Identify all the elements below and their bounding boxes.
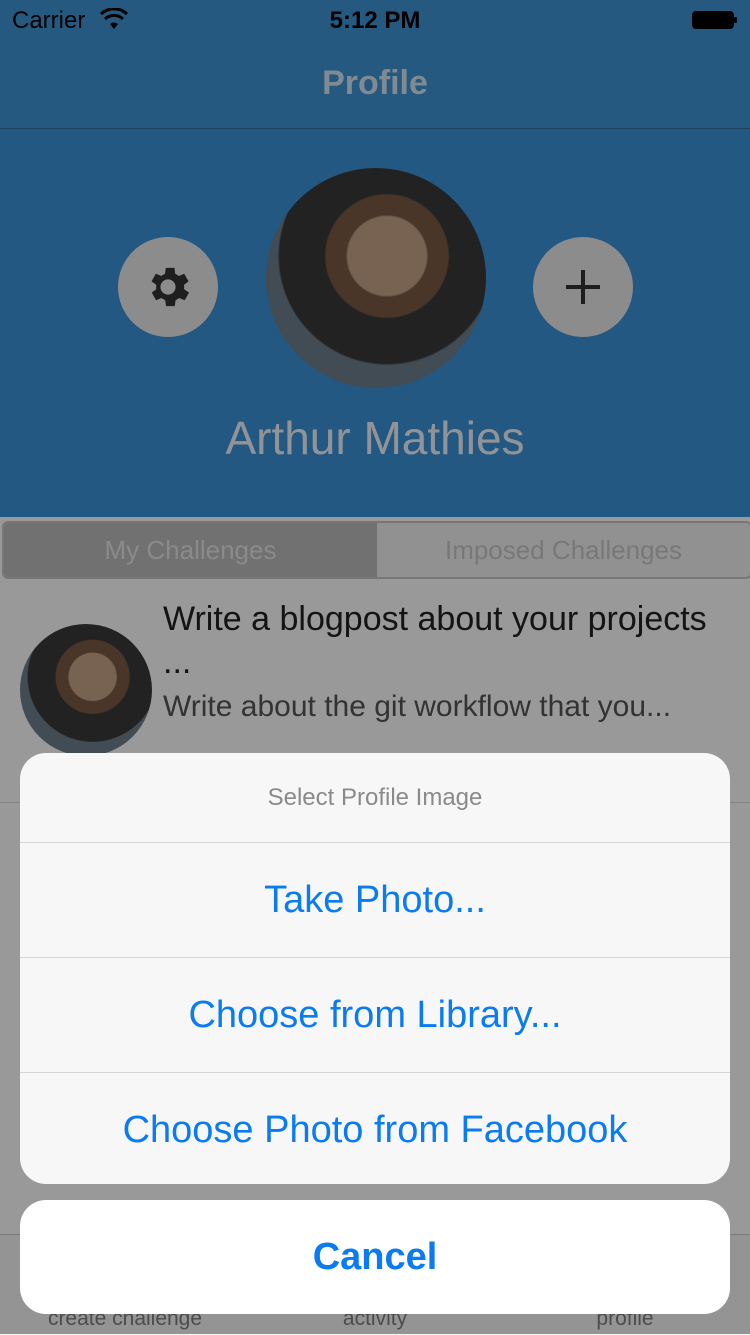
action-sheet-title: Select Profile Image <box>20 753 730 843</box>
take-photo-button[interactable]: Take Photo... <box>20 843 730 958</box>
cancel-button[interactable]: Cancel <box>20 1200 730 1314</box>
choose-facebook-photo-button[interactable]: Choose Photo from Facebook <box>20 1073 730 1184</box>
action-sheet: Select Profile Image Take Photo... Choos… <box>20 753 730 1184</box>
choose-from-library-button[interactable]: Choose from Library... <box>20 958 730 1073</box>
